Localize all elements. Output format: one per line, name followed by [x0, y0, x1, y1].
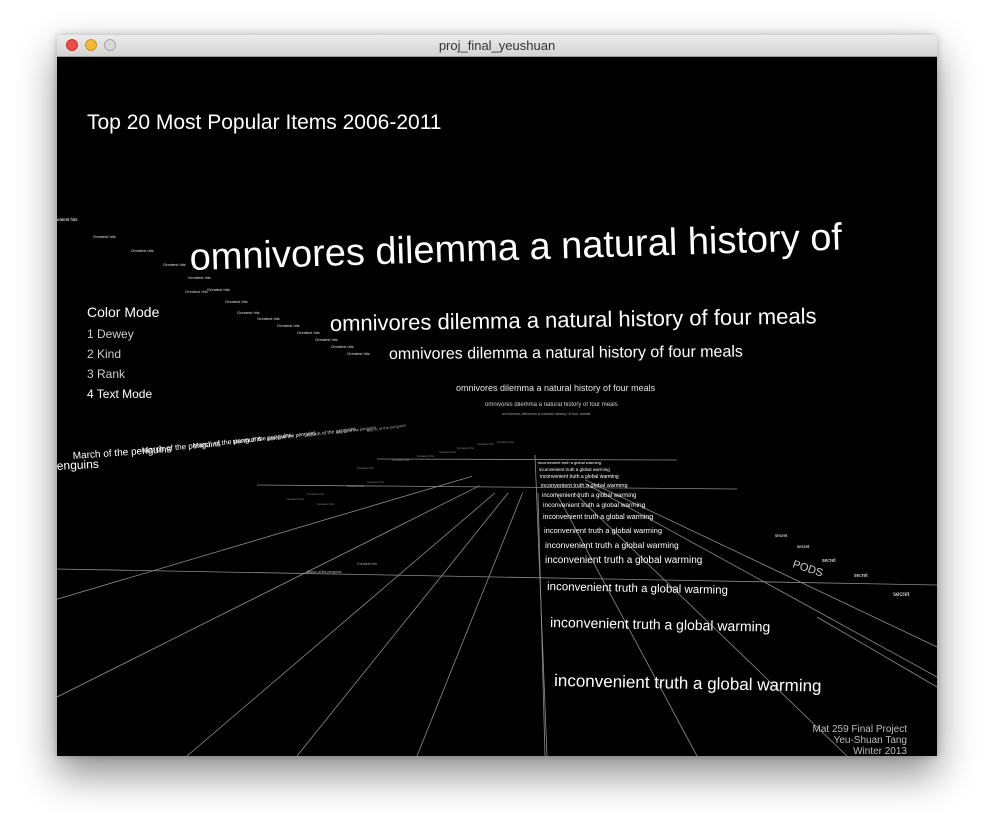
ground-grid — [57, 454, 937, 756]
grid-radial-line — [57, 485, 480, 698]
perspective-view: omnivores dilemma a natural history of om… — [57, 217, 937, 756]
item-label: Greatest hits — [367, 480, 385, 484]
item-label: Greatest hits — [207, 287, 230, 292]
item-label: Greatest hits — [131, 248, 154, 253]
item-label: secret — [775, 533, 788, 538]
item-label: inconvenient truth a global warming — [539, 467, 610, 472]
item-label: secret — [893, 592, 910, 598]
item-label: inconvenient truth a global warming — [538, 460, 601, 465]
item-label: Greatest hits — [457, 446, 475, 450]
page-title: Top 20 Most Popular Items 2006-2011 — [87, 111, 442, 134]
item-labels: omnivores dilemma a natural history of om… — [57, 217, 910, 696]
item-label: omnivores dilemma a natural history of f… — [330, 303, 817, 336]
grid-cross-line — [376, 458, 678, 461]
item-label: Greatest hits — [287, 497, 305, 501]
item-label: omnivores dilemma a natural history of f… — [485, 402, 618, 408]
item-label: omnivores dilemma a natural history of f… — [502, 411, 590, 416]
item-label: Greatest hits — [357, 466, 375, 470]
color-mode-kind[interactable]: 2 Kind — [87, 347, 121, 361]
item-label: omnivores dilemma a natural history of f… — [389, 344, 743, 363]
item-label: Greatest hits — [257, 316, 280, 321]
color-mode-dewey[interactable]: 1 Dewey — [87, 327, 134, 341]
item-label: Greatest hits — [417, 454, 435, 458]
item-label: secret — [822, 558, 836, 564]
grid-radial-line — [186, 492, 496, 756]
grid-cross-line — [256, 484, 738, 490]
item-label: Greatest hits — [315, 337, 338, 342]
item-label: Greatest hits — [237, 310, 260, 315]
item-label: inconvenient truth a global warming — [550, 614, 771, 635]
grid-radial-line — [296, 492, 509, 756]
grid-radial-line — [816, 616, 937, 688]
credit-term: Winter 2013 — [853, 746, 907, 756]
visualization-canvas[interactable]: omnivores dilemma a natural history of om… — [57, 57, 937, 756]
item-label: omnivores dilemma a natural history of f… — [456, 383, 656, 393]
item-label: Greatest hits — [331, 344, 354, 349]
item-label: Greatest hits — [477, 442, 495, 446]
item-label: secret — [797, 544, 810, 549]
color-mode-heading: Color Mode — [87, 304, 160, 320]
item-label: Greatest hits — [185, 289, 208, 294]
item-label: inconvenient truth a global warming — [544, 526, 662, 535]
item-label: Greatest hits — [93, 234, 116, 239]
item-label: inconvenient truth a global warming — [540, 474, 619, 480]
item-label-pods: PODS — [791, 558, 824, 579]
item-label: Greatest hits — [163, 262, 186, 267]
grid-radial-line — [534, 454, 548, 756]
grid-radial-line — [57, 475, 473, 600]
item-label: inconvenient truth a global warming — [541, 483, 628, 489]
item-label: inconvenient truth a global warming — [547, 581, 728, 597]
item-label: Greatest hits — [357, 562, 377, 566]
item-label: Greatest hits — [277, 323, 300, 328]
item-label: eatest hits — [57, 217, 78, 222]
item-label: secret — [854, 573, 868, 579]
item-label: Greatest hits — [439, 450, 457, 454]
item-label-large: omnivores dilemma a natural history of — [189, 217, 843, 279]
item-label: Greatest hits — [307, 492, 325, 496]
item-label: Greatest hits — [392, 458, 410, 462]
item-label: Greatest hits — [225, 299, 248, 304]
item-label: Greatest hits — [317, 502, 335, 506]
item-label: inconvenient truth a global warming — [543, 514, 653, 521]
item-label: inconvenient truth a global warming — [545, 540, 679, 550]
item-label: inconvenient truth a global warming — [543, 502, 646, 509]
grid-radial-line — [584, 483, 937, 678]
item-label: inconvenient truth a global warming — [554, 671, 822, 696]
color-mode-text[interactable]: 4 Text Mode — [87, 387, 152, 401]
item-label: Greatest hits — [497, 440, 515, 444]
credit-author: Yeu-Shuan Tang — [833, 735, 907, 746]
grid-radial-line — [416, 492, 523, 756]
item-label: Greatest hits — [297, 330, 320, 335]
window-title: proj_final_yeushuan — [438, 38, 556, 53]
color-mode-rank[interactable]: 3 Rank — [87, 367, 125, 381]
credit-course: Mat 259 Final Project — [812, 724, 908, 735]
item-label: inconvenient truth a global warming — [545, 555, 702, 566]
item-label: Greatest hits — [347, 351, 370, 356]
app-window: proj_final_yeushuan omnivores dilemma a … — [57, 35, 937, 756]
item-label: Greatest hits — [188, 275, 211, 280]
title-bar[interactable]: proj_final_yeushuan — [57, 35, 937, 57]
item-label: Greatest hits — [347, 484, 365, 488]
item-label: inconvenient truth a global warming — [542, 493, 636, 499]
item-label: March of the penguins — [307, 570, 342, 574]
